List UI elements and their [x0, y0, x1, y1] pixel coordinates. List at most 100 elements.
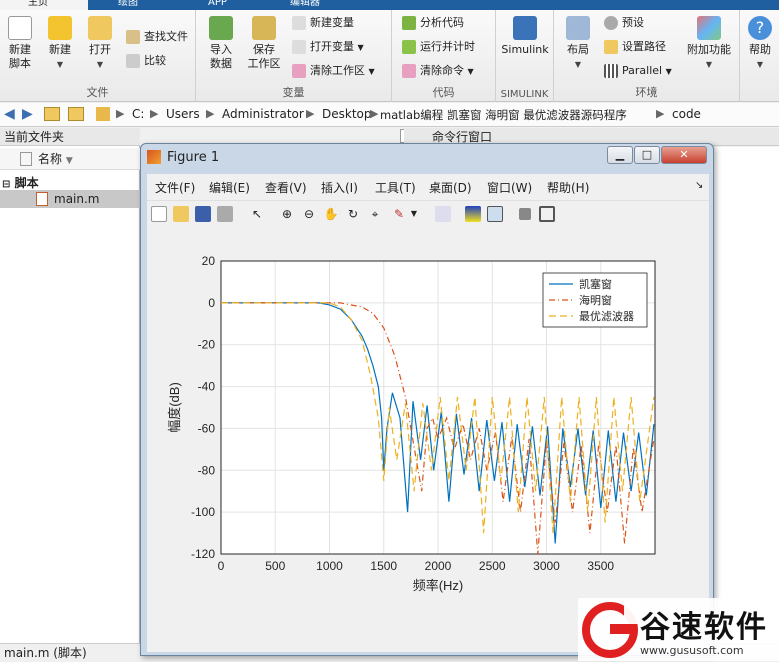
tab-plots[interactable]: 绘图 — [118, 0, 158, 10]
analyze-label: 分析代码 — [420, 16, 464, 29]
tab-editor[interactable]: 编辑器 — [290, 0, 330, 10]
breadcrumb-item[interactable]: Desktop — [322, 107, 372, 121]
find-files-button[interactable]: 查找文件 — [126, 28, 188, 46]
group-variable: 导入 数据 保存 工作区 新建变量 打开变量 ▼ 清除工作区 ▼ 变量 — [196, 10, 392, 102]
open-button[interactable]: 打开 ▼ — [84, 16, 116, 72]
figure-titlebar[interactable]: Figure 1 ▁ □ ✕ — [141, 144, 713, 172]
tab-apps[interactable]: APP — [208, 0, 238, 10]
menu-desktop[interactable]: 桌面(D) — [429, 179, 472, 196]
breadcrumb-drive[interactable]: C: — [132, 107, 144, 121]
y-tick-label: -100 — [191, 505, 215, 519]
script-group[interactable]: ⊟ 脚本 — [2, 174, 39, 191]
import-label: 导入 数据 — [210, 43, 232, 70]
save-workspace-button[interactable]: 保存 工作区 — [244, 16, 284, 71]
browse-folder-icon[interactable] — [68, 107, 84, 121]
plus-icon — [48, 16, 72, 40]
matlab-logo-icon — [147, 150, 161, 164]
x-tick-label: 1500 — [370, 559, 397, 573]
brush-icon[interactable]: ✎ — [391, 206, 407, 222]
dock-icon[interactable]: ↘ — [695, 180, 703, 191]
set-path-label: 设置路径 — [622, 40, 666, 53]
import-data-button[interactable]: 导入 数据 — [204, 16, 238, 71]
close-button[interactable]: ✕ — [661, 146, 707, 164]
figure-menubar: 文件(F) 编辑(E) 查看(V) 插入(I) 工具(T) 桌面(D) 窗口(W… — [147, 174, 709, 200]
parallel-button[interactable]: Parallel ▼ — [604, 62, 672, 80]
simulink-button[interactable]: Simulink — [500, 16, 550, 57]
group-env-label: 环境 — [635, 86, 658, 99]
compare-button[interactable]: 比较 — [126, 52, 166, 70]
breadcrumb-item[interactable]: code — [672, 107, 701, 121]
menu-view[interactable]: 查看(V) — [265, 179, 307, 196]
hide-plot-tools-icon[interactable] — [519, 208, 531, 220]
breadcrumb-item[interactable]: Administrator — [222, 107, 304, 121]
up-folder-icon[interactable] — [44, 107, 60, 121]
open-label: 打开 — [89, 43, 111, 56]
forward-arrow-icon[interactable]: ▶ — [22, 106, 33, 122]
menu-tools[interactable]: 工具(T) — [375, 179, 416, 196]
file-row-main[interactable]: main.m — [0, 190, 140, 208]
addons-icon — [697, 16, 721, 40]
addons-label: 附加功能 — [687, 43, 731, 56]
colorbar-icon[interactable] — [465, 206, 481, 222]
breadcrumb-item[interactable]: Users — [166, 107, 200, 121]
y-tick-label: -60 — [198, 421, 216, 435]
chevron-down-icon: ▼ — [368, 67, 375, 76]
zoom-out-icon[interactable]: ⊖ — [301, 206, 317, 222]
clear-workspace-button[interactable]: 清除工作区 ▼ — [292, 62, 375, 80]
addons-button[interactable]: 附加功能 ▼ — [682, 16, 736, 72]
preferences-button[interactable]: 预设 — [604, 14, 644, 32]
pointer-icon[interactable]: ↖ — [249, 206, 265, 222]
new-figure-icon[interactable] — [151, 206, 167, 222]
rotate-3d-icon[interactable]: ↻ — [345, 206, 361, 222]
pan-icon[interactable]: ✋ — [323, 206, 339, 222]
tab-home[interactable]: 主页 — [0, 0, 88, 10]
open-var-label: 打开变量 — [310, 40, 354, 53]
print-icon[interactable] — [217, 206, 233, 222]
new-label: 新建 — [49, 43, 71, 56]
clear-workspace-icon — [292, 64, 306, 78]
y-tick-label: -20 — [198, 338, 216, 352]
layout-button[interactable]: 布局 ▼ — [560, 16, 596, 72]
name-column-header[interactable]: 名称 ▼ — [0, 148, 140, 170]
compare-icon — [126, 54, 140, 68]
chevron-down-icon: ▼ — [574, 60, 582, 69]
data-cursor-icon[interactable]: ⌖ — [367, 206, 383, 222]
x-tick-label: 2000 — [425, 559, 452, 573]
help-button[interactable]: ? 帮助 ▼ — [744, 16, 776, 72]
chevron-down-icon[interactable]: ▼ — [409, 206, 419, 222]
clear-commands-button[interactable]: 清除命令 ▼ — [402, 62, 474, 80]
maximize-button[interactable]: □ — [634, 146, 660, 164]
new-variable-button[interactable]: 新建变量 — [292, 14, 354, 32]
group-simulink: Simulink SIMULINK — [496, 10, 554, 102]
zoom-in-icon[interactable]: ⊕ — [279, 206, 295, 222]
chevron-down-icon: ▼ — [467, 67, 474, 76]
link-plot-icon[interactable] — [435, 206, 451, 222]
new-script-button[interactable]: 新建 脚本 — [4, 16, 36, 71]
collapse-icon[interactable]: ⊟ — [2, 179, 10, 190]
folder-icon — [88, 16, 112, 40]
back-arrow-icon[interactable]: ◀ — [4, 106, 15, 122]
menu-help[interactable]: 帮助(H) — [547, 179, 589, 196]
open-variable-button[interactable]: 打开变量 ▼ — [292, 38, 364, 56]
menu-file[interactable]: 文件(F) — [155, 179, 195, 196]
analyze-code-button[interactable]: 分析代码 — [402, 14, 464, 32]
chevron-down-icon: ▼ — [665, 67, 672, 76]
menu-edit[interactable]: 编辑(E) — [209, 179, 250, 196]
menu-window[interactable]: 窗口(W) — [487, 179, 532, 196]
y-axis-label: 幅度(dB) — [167, 382, 182, 433]
set-path-button[interactable]: 设置路径 — [604, 38, 666, 56]
help-icon: ? — [748, 16, 772, 40]
run-and-time-button[interactable]: 运行并计时 — [402, 38, 475, 56]
open-file-icon[interactable] — [173, 206, 189, 222]
new-button[interactable]: 新建 ▼ — [44, 16, 76, 72]
x-tick-label: 3500 — [587, 559, 614, 573]
show-plot-tools-icon[interactable] — [539, 206, 555, 222]
save-figure-icon[interactable] — [195, 206, 211, 222]
legend-icon[interactable] — [487, 206, 503, 222]
y-tick-label: 20 — [202, 254, 216, 268]
menu-insert[interactable]: 插入(I) — [321, 179, 358, 196]
breadcrumb-item[interactable]: matlab编程 凯塞窗 海明窗 最优滤波器源码程序 — [380, 107, 627, 123]
group-environment: 布局 ▼ 预设 设置路径 Parallel ▼ 附加功能 ▼ 环境 — [554, 10, 740, 102]
breadcrumb-separator: ▶ — [306, 107, 315, 120]
minimize-button[interactable]: ▁ — [607, 146, 633, 164]
